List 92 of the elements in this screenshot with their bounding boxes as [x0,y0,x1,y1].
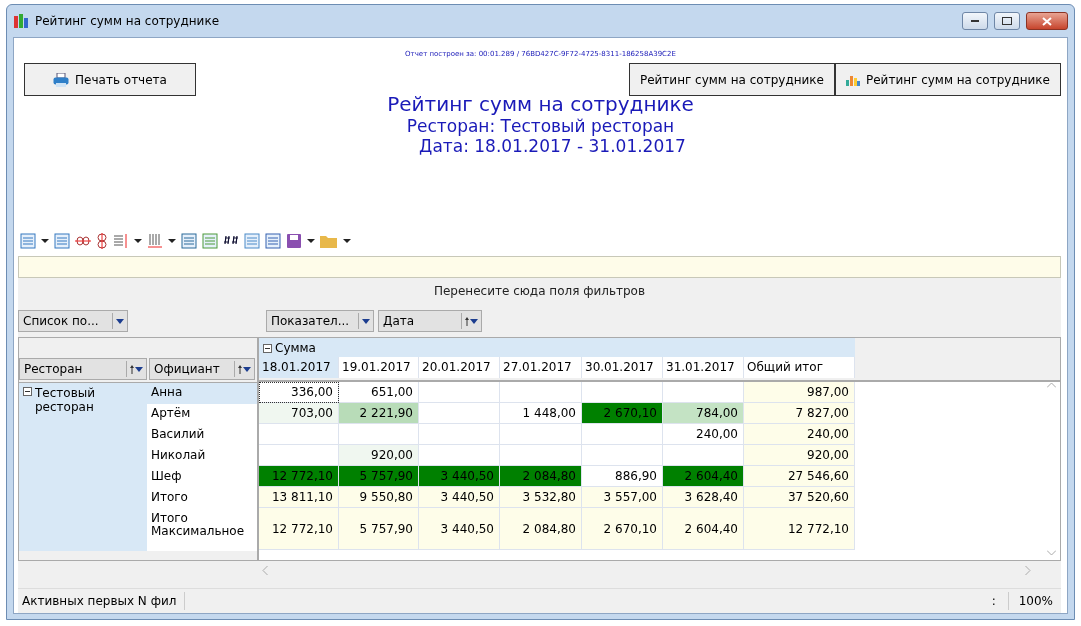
dropdown-arrow-icon [135,366,143,372]
table-cell: 12 772,10 [259,508,339,550]
status-separator: : [991,592,1009,610]
printer-icon [53,72,70,87]
collapse-icon[interactable] [23,387,32,396]
table-cell: 7 827,00 [744,403,855,424]
minimize-button[interactable] [962,12,988,30]
column-field-button[interactable]: Показател... [266,310,374,332]
table-cell: 12 772,10 [744,508,855,550]
column-field-button[interactable]: Дата [378,310,482,332]
table-cell: 987,00 [744,382,855,403]
table-cell: 920,00 [744,445,855,466]
maximize-button[interactable] [994,12,1020,30]
split-icon[interactable] [96,233,108,249]
sort-icon [465,316,469,326]
caret-icon[interactable] [41,239,49,243]
column-header[interactable]: 18.01.2017 [259,357,339,378]
dropdown-arrow-icon [362,318,370,324]
sort-icon [238,364,242,374]
table-cell: 2 221,90 [339,403,419,424]
zoom-level: 100% [1017,594,1054,608]
caret-icon[interactable] [168,239,176,243]
row-header[interactable]: Василий [147,425,257,446]
column-header[interactable]: 31.01.2017 [663,357,744,378]
table-cell: 886,90 [582,466,663,487]
table-cell: 240,00 [663,424,744,445]
measure-label: Сумма [275,340,316,355]
caret-icon[interactable] [307,239,315,243]
total-column-header: Общий итог [744,357,855,378]
table-cell: 12 772,10 [259,466,339,487]
table-cell: 3 628,40 [663,487,744,508]
dropdown-arrow-icon [470,318,478,324]
row-group-header[interactable]: Тестовый ресторан [19,383,147,551]
table-cell: 336,00 [259,382,339,403]
table-cell: 2 084,80 [500,508,582,550]
table-cell: 2 670,10 [582,403,663,424]
report-button[interactable]: Рейтинг сумм на сотруднике [628,63,835,96]
table-cell: 2 084,80 [500,466,582,487]
sort-icon [130,364,134,374]
row-field-button[interactable]: Официант [149,358,255,380]
table-cell: 703,00 [259,403,339,424]
table-cell: 3 440,50 [419,487,500,508]
column-header[interactable]: 19.01.2017 [339,357,419,378]
measure-header[interactable]: Сумма [259,338,855,357]
report-restaurant: Ресторан: Тестовый ресторан [405,116,676,136]
print-button[interactable]: Печать отчета [24,63,196,96]
row-header[interactable]: Итого [147,488,257,509]
table-cell: 5 757,90 [339,508,419,550]
dropdown-arrow-icon [243,366,251,372]
close-button[interactable] [1026,12,1068,30]
row-field-button[interactable]: Ресторан [19,358,147,380]
dropdown-arrow-icon [116,318,124,324]
filter-drop-area: Перенесите сюда поля фильтров [18,284,1061,304]
table-cell: 651,00 [339,382,419,403]
maximize-icon [1002,17,1012,25]
minimize-icon [971,19,979,23]
table-cell: 5 757,90 [339,466,419,487]
row-header[interactable]: Шеф [147,467,257,488]
close-icon [1042,16,1052,26]
column-header[interactable]: 20.01.2017 [419,357,500,378]
table-cell: 784,00 [663,403,744,424]
caret-icon[interactable] [343,239,351,243]
table-cell: 2 604,40 [663,508,744,550]
table-cell: 2 604,40 [663,466,744,487]
table-cell: 9 550,80 [339,487,419,508]
table-cell: 3 557,00 [582,487,663,508]
table-cell: 2 670,10 [582,508,663,550]
caret-icon[interactable] [134,239,142,243]
table-cell: 13 811,10 [259,487,339,508]
table-cell: 240,00 [744,424,855,445]
chart-icon [845,73,860,86]
row-header[interactable]: Артём [147,404,257,425]
table-cell: 920,00 [339,445,419,466]
collapse-icon[interactable] [263,343,272,353]
table-cell: 1 448,00 [500,403,582,424]
window-title: Рейтинг сумм на сотруднике [35,14,221,28]
data-field-button[interactable]: Список по... [18,310,128,332]
strikethrough-icon[interactable] [75,233,91,249]
table-cell: 3 440,50 [419,466,500,487]
table-cell: 27 546,60 [744,466,855,487]
status-filter-info: Активных первых N фил [18,592,185,610]
row-header[interactable]: Итого Максимальное [147,509,257,551]
table-cell: 3 440,50 [419,508,500,550]
column-header[interactable]: 30.01.2017 [582,357,663,378]
column-header[interactable]: 27.01.2017 [500,357,582,378]
report-date: Дата: 18.01.2017 - 31.01.2017 [418,136,687,156]
report-button[interactable]: Рейтинг сумм на сотруднике [834,63,1061,96]
app-icon [13,13,29,29]
save-icon[interactable] [286,233,302,249]
row-header[interactable]: Николай [147,446,257,467]
table-cell: 3 532,80 [500,487,582,508]
table-cell: 37 520,60 [744,487,855,508]
